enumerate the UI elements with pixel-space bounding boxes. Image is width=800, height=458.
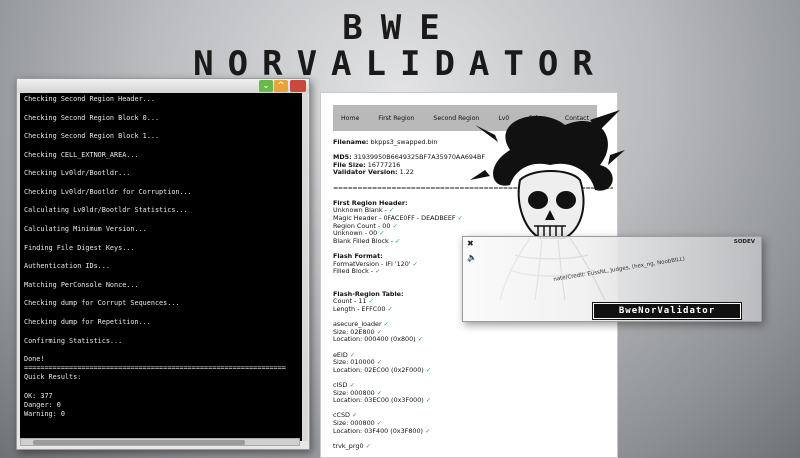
console-line: Calculating Minimum Version... bbox=[24, 225, 147, 234]
region-location: Location: 000400 (0x800) ✓ bbox=[333, 336, 613, 344]
minimize-button[interactable]: ⌄ bbox=[259, 80, 273, 92]
scrollbar-thumb[interactable] bbox=[33, 440, 245, 445]
check-text: Blank Filled Block - bbox=[333, 236, 394, 245]
region-entry-name: trvk_prg0 ✓ bbox=[333, 441, 613, 451]
check-mark-icon: ✓ bbox=[375, 267, 381, 276]
nav-link-home[interactable]: Home bbox=[341, 115, 359, 122]
region-location: Location: 03EC00 (0x3F000) ✓ bbox=[333, 396, 613, 405]
check-mark-icon: ✓ bbox=[425, 426, 431, 435]
check-mark-icon: ✓ bbox=[412, 259, 418, 268]
credits-text: nate/Credit: EussNL, Judges, (hex_ng, No… bbox=[553, 256, 686, 283]
region-location-text: Location: 03EC00 (0x3F000) bbox=[333, 396, 424, 405]
console-line: Checking Second Region Block 0... bbox=[24, 113, 160, 122]
check-mark-icon: ✓ bbox=[365, 441, 371, 450]
console-line: Checking Second Region Header... bbox=[24, 95, 155, 103]
region-location-text: Location: 000400 (0x800) bbox=[333, 335, 416, 344]
console-line: Authentication IDs... bbox=[24, 262, 110, 271]
console-line: Warning: 0 bbox=[24, 410, 65, 419]
console-line: Checking Lv0ldr/Bootldr... bbox=[24, 169, 131, 178]
console-line: Quick Results: bbox=[24, 373, 82, 382]
region-location-text: Location: 03F400 (0x3F800) bbox=[333, 426, 424, 435]
console-titlebar[interactable]: ⌄ ^ bbox=[17, 79, 309, 93]
check-mark-icon: ✓ bbox=[392, 221, 398, 230]
close-button[interactable] bbox=[290, 80, 306, 92]
check-mark-icon: ✓ bbox=[387, 305, 393, 314]
console-line: Checking dump for Repetition... bbox=[24, 317, 151, 326]
region-location: Location: 03F400 (0x3F800) ✓ bbox=[333, 426, 613, 436]
brand-label: SODEV bbox=[733, 239, 755, 245]
info-value: bkpps3_swapped.bin bbox=[370, 138, 438, 146]
check-mark-icon: ✓ bbox=[383, 320, 389, 329]
console-line: Checking Second Region Block 1... bbox=[24, 132, 160, 141]
check-text: Filled Block - bbox=[333, 267, 374, 276]
check-mark-icon: ✓ bbox=[395, 236, 401, 245]
console-vertical-scrollbar[interactable] bbox=[302, 93, 308, 441]
maximize-button[interactable]: ^ bbox=[274, 80, 288, 92]
info-label: Validator Version: bbox=[333, 168, 398, 177]
app-title-line1: BwE bbox=[342, 8, 458, 48]
about-window: ✖ 🔈 SODEV nate/Credit: EussNL, Judges, (… bbox=[462, 236, 762, 322]
console-line: Checking dump for Corrupt Sequences... bbox=[24, 299, 180, 308]
close-icon[interactable]: ✖ bbox=[467, 239, 474, 248]
console-line: Matching PerConsole Nonce... bbox=[24, 280, 139, 289]
console-line: Done! bbox=[24, 355, 45, 364]
console-line: Calculating Lv0ldr/Bootldr Statistics... bbox=[24, 206, 188, 215]
info-value: 1.22 bbox=[399, 168, 414, 177]
console-line: Checking CELL_EXTNOR_AREA... bbox=[24, 150, 139, 159]
console-line: ========================================… bbox=[24, 364, 286, 373]
region-name: trvk_prg0 bbox=[333, 441, 364, 450]
console-window: ⌄ ^ Checking Second Region Header... Chec… bbox=[16, 78, 310, 450]
check-mark-icon: ✓ bbox=[457, 213, 463, 222]
speaker-icon[interactable]: 🔈 bbox=[467, 253, 477, 262]
console-line: OK: 377 bbox=[24, 392, 53, 401]
region-location-text: Location: 02EC00 (0x2F000) bbox=[333, 365, 424, 374]
console-line: Confirming Statistics... bbox=[24, 336, 123, 345]
region-location: Location: 02EC00 (0x2F000) ✓ bbox=[333, 365, 613, 375]
check-mark-icon: ✓ bbox=[425, 396, 432, 405]
console-line: Finding File Digest Keys... bbox=[24, 243, 135, 252]
info-label: Filename: bbox=[333, 138, 369, 146]
check-text: Length - EFFC00 bbox=[333, 305, 386, 314]
check-mark-icon: ✓ bbox=[417, 335, 424, 344]
console-output: Checking Second Region Header... Checking… bbox=[20, 93, 305, 441]
console-horizontal-scrollbar[interactable] bbox=[20, 438, 300, 446]
console-line: Danger: 0 bbox=[24, 401, 61, 410]
nav-link-first-region[interactable]: First Region bbox=[378, 115, 414, 122]
console-line: Checking Lv0ldr/Bootldr for Corruption..… bbox=[24, 187, 192, 196]
check-mark-icon: ✓ bbox=[425, 365, 432, 374]
app-logo: BweNorValidator bbox=[592, 302, 742, 320]
